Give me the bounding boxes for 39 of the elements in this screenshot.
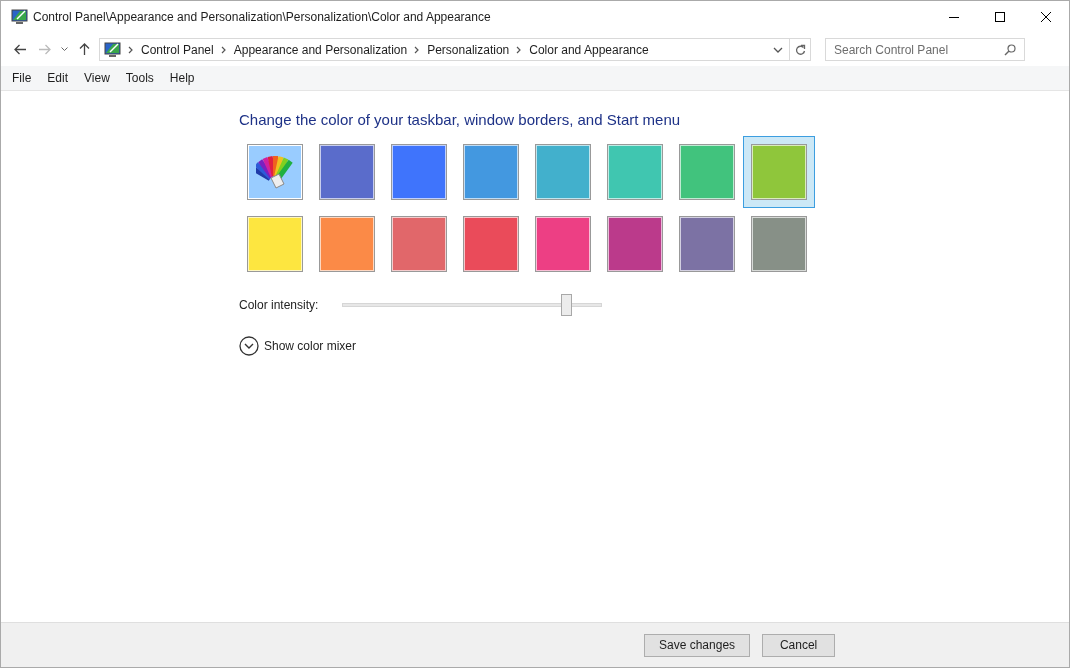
palette-fan-icon [256, 153, 294, 190]
refresh-icon [794, 43, 806, 56]
chevron-right-icon [128, 45, 134, 54]
slider-label: Color intensity: [239, 296, 320, 314]
breadcrumb-item[interactable]: Personalization [427, 40, 510, 59]
monitor-icon [104, 41, 121, 58]
page-heading: Change the color of your taskbar, window borders, and Start menu [239, 110, 682, 130]
menu-item[interactable]: Help [161, 69, 203, 87]
search-input[interactable]: Search Control Panel [834, 40, 1004, 59]
save-button[interactable]: Save changes [644, 633, 751, 657]
chevron-right-icon [414, 45, 421, 54]
expand-icon [239, 335, 259, 356]
menu-item[interactable]: View [76, 69, 118, 87]
search-icon [1004, 43, 1016, 56]
forward-arrow-icon [37, 44, 51, 55]
breadcrumb-item[interactable]: Control Panel [141, 40, 214, 59]
caret-icon [60, 47, 68, 52]
close-icon [1041, 12, 1051, 22]
intensity-slider[interactable] [342, 293, 602, 316]
slider-thumb[interactable] [560, 293, 572, 316]
search-field[interactable]: Search Control Panel [825, 38, 1025, 61]
maximize-icon [995, 12, 1005, 22]
chevron-right-icon [220, 45, 227, 54]
monitor-icon [11, 9, 28, 25]
menu-item[interactable]: Tools [117, 69, 162, 87]
window-title: Control Panel\Appearance and Personalization\Personalization\Color and Appearance [33, 9, 491, 26]
show-color-mixer-button[interactable]: Show color mixer [239, 335, 357, 356]
cancel-button[interactable]: Cancel [762, 633, 836, 657]
address-bar[interactable]: Control Panel Appearance and Personalization Personalization Color and Appearance [99, 38, 811, 61]
color-swatch[interactable] [743, 135, 815, 208]
menu-item[interactable]: File [4, 69, 40, 87]
breadcrumb-item[interactable]: Appearance and Personalization [233, 40, 408, 59]
minimize-icon [949, 16, 959, 18]
breadcrumb-item[interactable]: Color and Appearance [529, 40, 649, 59]
up-arrow-icon [78, 43, 90, 56]
back-arrow-icon [13, 44, 27, 55]
chevron-right-icon [516, 45, 523, 54]
dropdown-chevron-icon [773, 46, 783, 53]
menu-item[interactable]: Edit [39, 69, 77, 87]
